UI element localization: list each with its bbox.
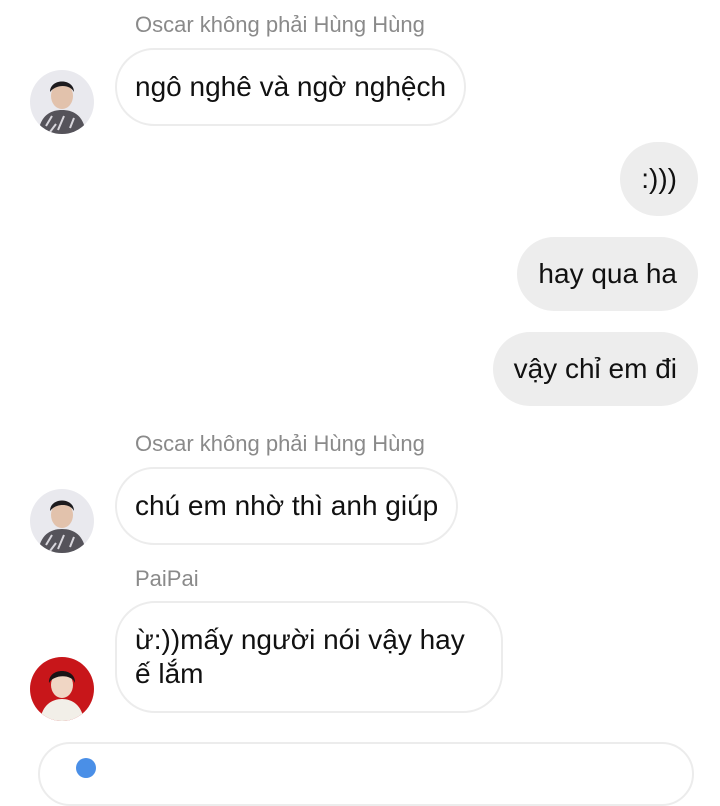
avatar-oscar[interactable]: [30, 489, 94, 553]
message-bubble-incoming[interactable]: ngô nghê và ngờ nghệch: [115, 48, 467, 126]
message-bubble-outgoing[interactable]: hay qua ha: [517, 237, 698, 311]
sender-name: Oscar không phải Hùng Hùng: [135, 431, 425, 456]
avatar-paipai[interactable]: [30, 657, 94, 721]
avatar-photo-icon: [30, 657, 94, 721]
avatar-photo-icon: [30, 489, 94, 553]
sender-name: PaiPai: [135, 566, 199, 591]
message-bubble-outgoing[interactable]: :))): [620, 142, 698, 216]
camera-icon[interactable]: [76, 758, 96, 778]
message-bubble-incoming[interactable]: ừ:))mấy người nói vậy hay ế lắm: [115, 601, 503, 713]
sender-name: Oscar không phải Hùng Hùng: [135, 12, 425, 37]
avatar-photo-icon: [30, 70, 94, 134]
message-bubble-outgoing[interactable]: vậy chỉ em đi: [492, 332, 698, 406]
avatar-oscar[interactable]: [30, 70, 94, 134]
message-composer[interactable]: [38, 742, 694, 806]
message-bubble-incoming[interactable]: chú em nhờ thì anh giúp: [115, 467, 459, 545]
